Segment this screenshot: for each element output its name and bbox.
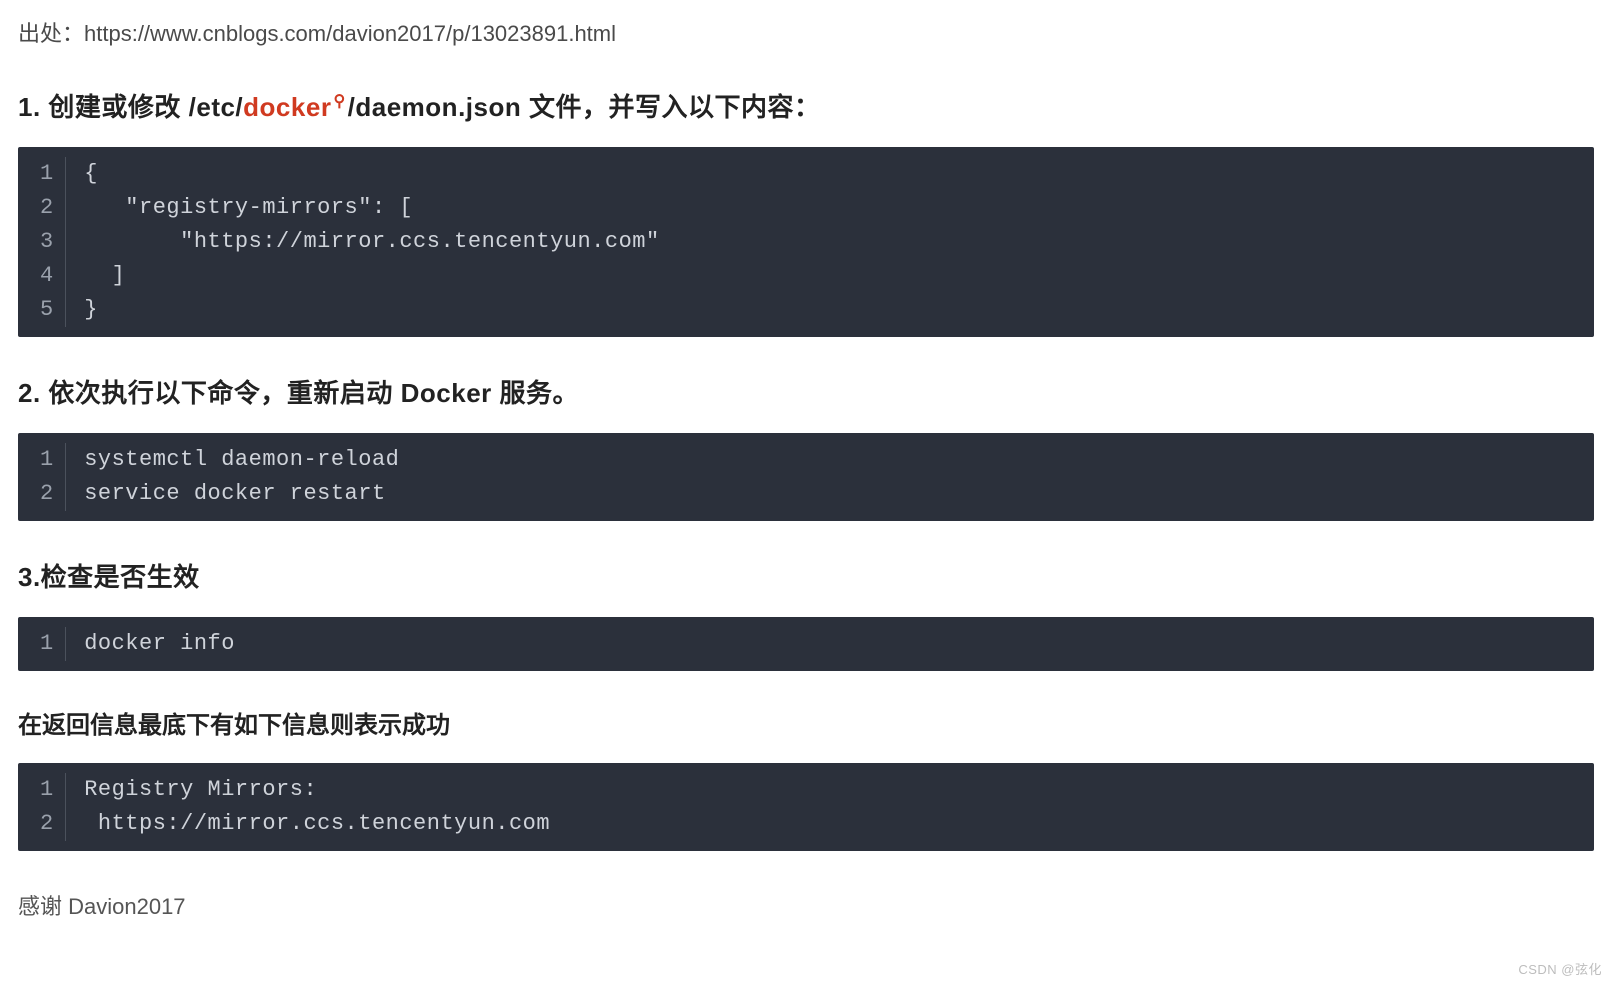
code-line: 1{ [18, 157, 1594, 191]
search-icon: ⚲ [333, 93, 345, 110]
section-1-heading: 1. 创建或修改 /etc/docker⚲/daemon.json 文件，并写入… [18, 87, 1594, 129]
source-url: https://www.cnblogs.com/davion2017/p/130… [84, 21, 616, 46]
heading-text-suffix: /daemon.json 文件，并写入以下内容： [348, 92, 821, 122]
code-line: 2 https://mirror.ccs.tencentyun.com [18, 807, 1594, 841]
line-number: 2 [18, 191, 66, 225]
line-number: 4 [18, 259, 66, 293]
line-number: 1 [18, 157, 66, 191]
code-text[interactable]: { [66, 157, 1594, 191]
code-line: 3 "https://mirror.ccs.tencentyun.com" [18, 225, 1594, 259]
line-number: 2 [18, 807, 66, 841]
line-number: 1 [18, 443, 66, 477]
keyword-docker-text: docker [243, 92, 331, 122]
code-line: 2service docker restart [18, 477, 1594, 511]
code-line: 1docker info [18, 627, 1594, 661]
watermark: CSDN @弦化 [1518, 960, 1602, 981]
source-label: 出处： [18, 21, 84, 46]
section-3-heading: 3.检查是否生效 [18, 557, 1594, 599]
code-text[interactable]: "registry-mirrors": [ [66, 191, 1594, 225]
code-text[interactable]: Registry Mirrors: [66, 773, 1594, 807]
code-text[interactable]: ] [66, 259, 1594, 293]
code-text[interactable]: "https://mirror.ccs.tencentyun.com" [66, 225, 1594, 259]
code-line: 5} [18, 293, 1594, 327]
code-text[interactable]: docker info [66, 627, 1594, 661]
code-line: 1Registry Mirrors: [18, 773, 1594, 807]
heading-text-prefix: 1. 创建或修改 /etc/ [18, 92, 243, 122]
code-block-4: 1Registry Mirrors:2 https://mirror.ccs.t… [18, 763, 1594, 851]
source-line: 出处：https://www.cnblogs.com/davion2017/p/… [18, 16, 1594, 51]
line-number: 2 [18, 477, 66, 511]
code-block-3: 1docker info [18, 617, 1594, 671]
code-line: 4 ] [18, 259, 1594, 293]
code-text[interactable]: systemctl daemon-reload [66, 443, 1594, 477]
code-line: 2 "registry-mirrors": [ [18, 191, 1594, 225]
code-block-1: 1{2 "registry-mirrors": [3 "https://mirr… [18, 147, 1594, 337]
line-number: 5 [18, 293, 66, 327]
code-line: 1systemctl daemon-reload [18, 443, 1594, 477]
keyword-docker-link[interactable]: docker⚲ [243, 87, 347, 129]
line-number: 3 [18, 225, 66, 259]
line-number: 1 [18, 773, 66, 807]
code-text[interactable]: https://mirror.ccs.tencentyun.com [66, 807, 1594, 841]
code-text[interactable]: service docker restart [66, 477, 1594, 511]
line-number: 1 [18, 627, 66, 661]
code-block-2: 1systemctl daemon-reload2service docker … [18, 433, 1594, 521]
thanks-line: 感谢 Davion2017 [18, 889, 1594, 924]
section-2-heading: 2. 依次执行以下命令，重新启动 Docker 服务。 [18, 373, 1594, 415]
code-text[interactable]: } [66, 293, 1594, 327]
section-4-heading: 在返回信息最底下有如下信息则表示成功 [18, 707, 1594, 745]
